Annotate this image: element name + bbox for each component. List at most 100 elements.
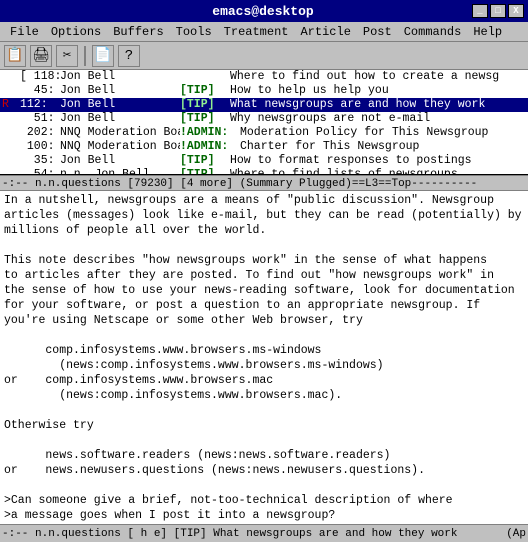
title-bar-buttons: _ □ X bbox=[472, 4, 524, 18]
article-line: the sense of how to use your news-readin… bbox=[4, 283, 524, 298]
title-bar: emacs@desktop _ □ X bbox=[0, 0, 528, 22]
menu-buffers[interactable]: Buffers bbox=[107, 24, 169, 40]
article-content: In a nutshell, newsgroups are a means of… bbox=[0, 191, 528, 524]
msg-flag: R bbox=[2, 98, 20, 112]
msg-tip: [TIP] bbox=[180, 112, 230, 126]
msg-number: 35: bbox=[20, 154, 60, 168]
article-line: This note describes "how newsgroups work… bbox=[4, 253, 524, 268]
list-item[interactable]: R 112: Jon Bell [TIP] What newsgroups ar… bbox=[0, 98, 528, 112]
article-line bbox=[4, 478, 524, 493]
msg-flag bbox=[2, 126, 20, 140]
msg-author: NNQ Moderation Board bbox=[60, 140, 180, 154]
msg-tip: [TIP] bbox=[180, 168, 230, 175]
msg-author: Jon Bell bbox=[60, 98, 180, 112]
menu-bar: File Options Buffers Tools Treatment Art… bbox=[0, 22, 528, 42]
close-button[interactable]: X bbox=[508, 4, 524, 18]
msg-subject: Why newsgroups are not e-mail bbox=[230, 112, 526, 126]
toolbar-cut-icon[interactable]: ✂ bbox=[56, 45, 78, 67]
article-line: comp.infosystems.www.browsers.ms-windows bbox=[4, 343, 524, 358]
toolbar-separator bbox=[84, 46, 86, 66]
msg-flag bbox=[2, 154, 20, 168]
article-line: Otherwise try bbox=[4, 418, 524, 433]
msg-number: [ 118: bbox=[20, 70, 60, 84]
title-bar-title: emacs@desktop bbox=[54, 4, 472, 19]
msg-tip bbox=[180, 70, 230, 84]
msg-subject: What newsgroups are and how they work bbox=[230, 98, 526, 112]
msg-number: 112: bbox=[20, 98, 60, 112]
msg-subject: Charter for This Newsgroup bbox=[240, 140, 526, 154]
menu-tools[interactable]: Tools bbox=[170, 24, 218, 40]
msg-author: Jon Bell bbox=[60, 112, 180, 126]
minimize-button[interactable]: _ bbox=[472, 4, 488, 18]
menu-treatment[interactable]: Treatment bbox=[218, 24, 295, 40]
menu-commands[interactable]: Commands bbox=[398, 24, 468, 40]
toolbar-paste-icon[interactable]: 📋 bbox=[4, 45, 26, 67]
article-line: or comp.infosystems.www.browsers.mac bbox=[4, 373, 524, 388]
msg-subject: How to help us help you bbox=[230, 84, 526, 98]
toolbar-doc-icon[interactable]: 📄 bbox=[92, 45, 114, 67]
menu-article[interactable]: Article bbox=[294, 24, 356, 40]
article-line: >Can someone give a brief, not-too-techn… bbox=[4, 493, 524, 508]
toolbar: 📋 🖨 ✂ 📄 ? bbox=[0, 42, 528, 70]
message-list[interactable]: [ 118: Jon Bell Where to find out how to… bbox=[0, 70, 528, 175]
article-line: In a nutshell, newsgroups are a means of… bbox=[4, 193, 524, 208]
msg-number: 51: bbox=[20, 112, 60, 126]
msg-number: 202: bbox=[20, 126, 60, 140]
article-line: >a message goes when I post it into a ne… bbox=[4, 508, 524, 523]
menu-help[interactable]: Help bbox=[467, 24, 508, 40]
msg-subject: Moderation Policy for This Newsgroup bbox=[240, 126, 526, 140]
msg-subject: Where to find out how to create a newsg bbox=[230, 70, 526, 84]
list-item[interactable]: 51: Jon Bell [TIP] Why newsgroups are no… bbox=[0, 112, 528, 126]
msg-tip: [TIP] bbox=[180, 154, 230, 168]
list-item[interactable]: 45: Jon Bell [TIP] How to help us help y… bbox=[0, 84, 528, 98]
article-line: (news:comp.infosystems.www.browsers.mac)… bbox=[4, 388, 524, 403]
msg-flag bbox=[2, 70, 20, 84]
toolbar-print-icon[interactable]: 🖨 bbox=[30, 45, 52, 67]
msg-author: NNQ Moderation Board bbox=[60, 126, 180, 140]
menu-options[interactable]: Options bbox=[45, 24, 107, 40]
status-line-text: -:-- n.n.questions [79230] [4 more] (Sum… bbox=[2, 178, 477, 190]
article-line: to articles after they are posted. To fi… bbox=[4, 268, 524, 283]
bottom-status-bar: -:-- n.n.questions [ h e] [TIP] What new… bbox=[0, 524, 528, 542]
article-line bbox=[4, 403, 524, 418]
bottom-status-right: (Ap bbox=[506, 528, 526, 540]
msg-flag bbox=[2, 168, 20, 175]
article-line bbox=[4, 238, 524, 253]
msg-author: Jon Bell bbox=[60, 70, 180, 84]
msg-number: 45: bbox=[20, 84, 60, 98]
maximize-button[interactable]: □ bbox=[490, 4, 506, 18]
menu-post[interactable]: Post bbox=[357, 24, 398, 40]
bottom-status-text: -:-- n.n.questions [ h e] [TIP] What new… bbox=[2, 528, 457, 540]
msg-author: Jon Bell bbox=[60, 154, 180, 168]
article-line: millions of people all over the world. bbox=[4, 223, 524, 238]
msg-flag bbox=[2, 84, 20, 98]
msg-subject: How to format responses to postings bbox=[230, 154, 526, 168]
article-line: articles (messages) look like e-mail, bu… bbox=[4, 208, 524, 223]
article-line: (news:comp.infosystems.www.browsers.ms-w… bbox=[4, 358, 524, 373]
status-line-top: -:-- n.n.questions [79230] [4 more] (Sum… bbox=[0, 175, 528, 191]
article-line bbox=[4, 328, 524, 343]
list-item[interactable]: [ 118: Jon Bell Where to find out how to… bbox=[0, 70, 528, 84]
list-item[interactable]: 54: n.n. Jon Bell [TIP] Where to find li… bbox=[0, 168, 528, 175]
article-line: you're using Netscape or some other Web … bbox=[4, 313, 524, 328]
msg-tip: [TIP] bbox=[180, 98, 230, 112]
msg-author: n.n. Jon Bell bbox=[60, 168, 180, 175]
content-area: [ 118: Jon Bell Where to find out how to… bbox=[0, 70, 528, 542]
list-item[interactable]: 35: Jon Bell [TIP] How to format respons… bbox=[0, 154, 528, 168]
msg-tip: [TIP] bbox=[180, 84, 230, 98]
article-line: news.software.readers (news:news.softwar… bbox=[4, 448, 524, 463]
toolbar-help-icon[interactable]: ? bbox=[118, 45, 140, 67]
msg-number: 100: bbox=[20, 140, 60, 154]
msg-tip: !ADMIN: bbox=[180, 126, 240, 140]
article-line: for your software, or post a question to… bbox=[4, 298, 524, 313]
list-item[interactable]: 100: NNQ Moderation Board !ADMIN: Charte… bbox=[0, 140, 528, 154]
msg-number: 54: bbox=[20, 168, 60, 175]
list-item[interactable]: 202: NNQ Moderation Board !ADMIN: Modera… bbox=[0, 126, 528, 140]
msg-tip: !ADMIN: bbox=[180, 140, 240, 154]
msg-author: Jon Bell bbox=[60, 84, 180, 98]
article-line bbox=[4, 433, 524, 448]
msg-flag bbox=[2, 140, 20, 154]
msg-subject: Where to find lists of newsgroups bbox=[230, 168, 526, 175]
menu-file[interactable]: File bbox=[4, 24, 45, 40]
article-line: or news.newusers.questions (news:news.ne… bbox=[4, 463, 524, 478]
